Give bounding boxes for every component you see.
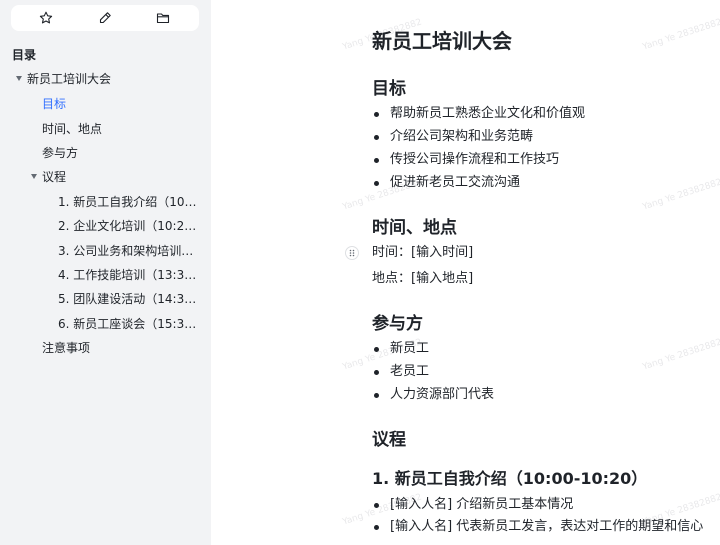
collapse-caret-icon[interactable] [16, 76, 22, 81]
toc-item-notes[interactable]: 注意事项 [42, 340, 202, 356]
place-line[interactable]: 地点：[输入地点] [372, 270, 473, 288]
heading-agenda-item-1[interactable]: 1. 新员工自我介绍（10:00-10:20） [372, 465, 647, 489]
outline-sidebar: 目录 新员工培训大会 目标 时间、地点 参与方 议程 1. 新员工自我介绍（10… [0, 0, 211, 545]
list-item[interactable]: 传授公司操作流程和工作技巧 [372, 151, 559, 169]
toc-item-goal[interactable]: 目标 [42, 96, 202, 112]
bullet-dot [374, 369, 379, 375]
drag-handle-icon[interactable] [345, 246, 359, 260]
list-item-text: 人力资源部门代表 [390, 387, 495, 402]
toc-item-agenda-6[interactable]: 6. 新员工座谈会（15:30-1... [58, 316, 198, 332]
sidebar-toolbar [11, 5, 199, 31]
list-item[interactable]: 帮助新员工熟悉企业文化和价值观 [372, 105, 585, 123]
list-item[interactable]: [输入人名] 代表新员工发言，表达对工作的期望和信心 [372, 518, 703, 536]
toc-item-time-place[interactable]: 时间、地点 [42, 121, 202, 137]
toc-heading: 目录 [12, 48, 37, 62]
document-title[interactable]: 新员工培训大会 [372, 25, 512, 54]
list-item-text: [输入人名] 代表新员工发言，表达对工作的期望和信心 [390, 519, 704, 534]
heading-agenda[interactable]: 议程 [372, 425, 406, 450]
document-content[interactable]: Yang Ye 28382882 Yang Ye 28382882 Yang Y… [211, 0, 720, 545]
list-item[interactable]: 人力资源部门代表 [372, 386, 494, 404]
bullet-dot [374, 134, 379, 140]
list-item-text: 促进新老员工交流沟通 [390, 175, 521, 190]
toc-item-agenda[interactable]: 议程 [42, 169, 202, 185]
collapse-caret-icon[interactable] [31, 174, 37, 179]
watermark: Yang Ye 28382882 [641, 337, 720, 373]
toc-item-agenda-3[interactable]: 3. 公司业务和架构培训（1... [58, 243, 198, 259]
bullet-dot [374, 392, 379, 398]
bullet-dot [374, 346, 379, 352]
list-item[interactable]: 促进新老员工交流沟通 [372, 174, 520, 192]
list-item[interactable]: 新员工 [372, 340, 429, 358]
bullet-dot [374, 111, 379, 117]
bullet-dot [374, 157, 379, 163]
heading-time-place[interactable]: 时间、地点 [372, 213, 457, 238]
list-item-text: 帮助新员工熟悉企业文化和价值观 [390, 106, 586, 121]
list-item-text: 老员工 [390, 364, 430, 379]
folder-icon[interactable] [153, 8, 173, 28]
list-item-text: [输入人名] 介绍新员工基本情况 [390, 497, 574, 512]
list-item-text: 介绍公司架构和业务范畴 [390, 129, 534, 144]
toc-item-agenda-1[interactable]: 1. 新员工自我介绍（10:00... [58, 194, 198, 210]
list-item-text: 新员工 [390, 341, 430, 356]
toc-item-agenda-4[interactable]: 4. 工作技能培训（13:30-1... [58, 267, 198, 283]
bullet-dot [374, 502, 379, 508]
toc-item-agenda-2[interactable]: 2. 企业文化培训（10:20-1... [58, 218, 198, 234]
time-line[interactable]: 时间：[输入时间] [372, 244, 473, 262]
list-item-text: 传授公司操作流程和工作技巧 [390, 152, 560, 167]
watermark: Yang Ye 28382882 [641, 17, 720, 53]
star-icon[interactable] [36, 8, 56, 28]
list-item[interactable]: 老员工 [372, 363, 429, 381]
list-item[interactable]: [输入人名] 介绍新员工基本情况 [372, 496, 573, 514]
toc-item-title[interactable]: 新员工培训大会 [27, 71, 202, 87]
edit-icon[interactable] [95, 8, 115, 28]
heading-goal[interactable]: 目标 [372, 74, 406, 99]
toc-item-agenda-5[interactable]: 5. 团队建设活动（14:30-1... [58, 291, 198, 307]
toc-item-parties[interactable]: 参与方 [42, 145, 202, 161]
heading-parties[interactable]: 参与方 [372, 309, 423, 334]
bullet-dot [374, 524, 379, 530]
bullet-dot [374, 180, 379, 186]
list-item[interactable]: 介绍公司架构和业务范畴 [372, 128, 533, 146]
watermark: Yang Ye 28382882 [641, 177, 720, 213]
